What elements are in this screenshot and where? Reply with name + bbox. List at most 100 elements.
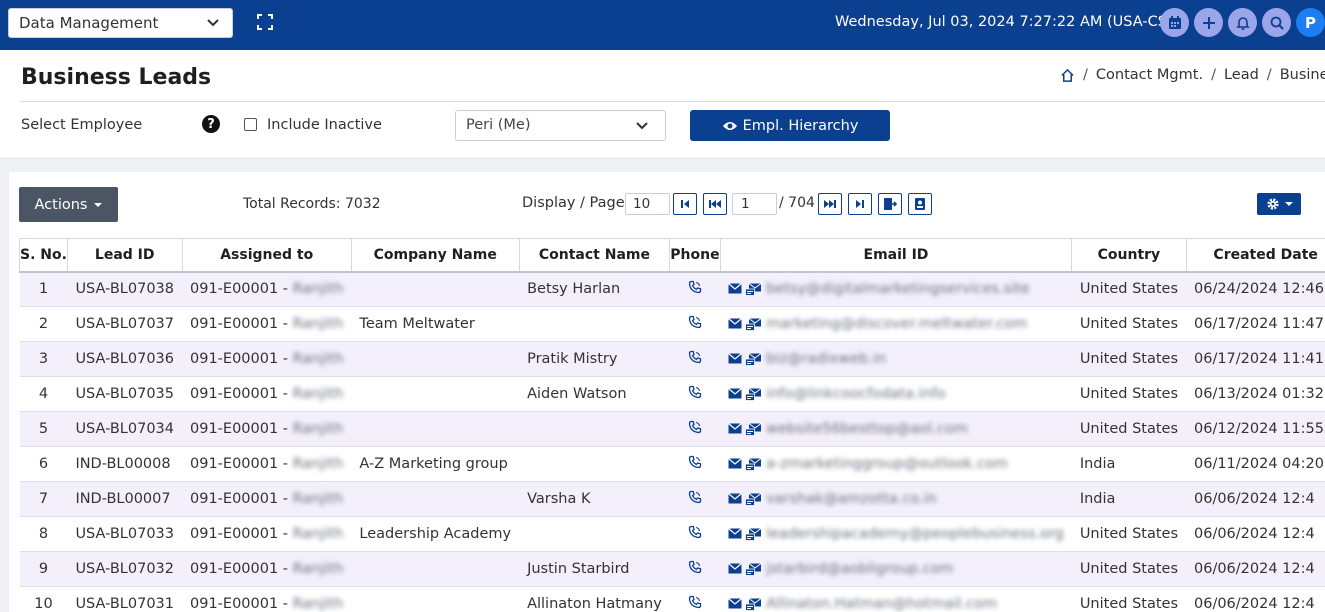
table-row[interactable]: 10 USA-BL07031 091-E00001 - Ranjith Allinat… xyxy=(19,586,1325,612)
mail-icon[interactable] xyxy=(728,422,742,434)
email-cell: Allinaton.Hatman@hotmail.com xyxy=(720,586,1072,612)
expand-icon[interactable] xyxy=(255,12,275,32)
assigned-to-cell: 091-E00001 - Ranjith xyxy=(182,516,352,552)
lead-id-cell[interactable]: USA-BL07038 xyxy=(67,271,182,307)
user-avatar[interactable]: P xyxy=(1296,8,1325,37)
lead-id-cell[interactable]: USA-BL07034 xyxy=(67,411,182,447)
mail-icon[interactable] xyxy=(728,597,742,609)
first-page-button[interactable] xyxy=(673,193,697,215)
compose-mail-icon[interactable] xyxy=(745,352,762,366)
assigned-to-cell: 091-E00001 - Ranjith xyxy=(182,341,352,377)
lead-id-cell[interactable]: USA-BL07032 xyxy=(67,551,182,587)
serial-number-cell: 6 xyxy=(19,446,68,482)
lead-id-cell[interactable]: IND-BL00007 xyxy=(67,481,182,517)
home-icon[interactable] xyxy=(1060,68,1075,83)
lead-id-cell[interactable]: IND-BL00008 xyxy=(67,446,182,482)
search-icon[interactable] xyxy=(1262,8,1291,37)
page-number-input[interactable]: 1 xyxy=(732,193,777,215)
previous-page-button[interactable] xyxy=(703,193,727,215)
contacts-book-button[interactable] xyxy=(908,193,932,215)
column-header[interactable]: Company Name xyxy=(350,238,520,273)
lead-id-cell[interactable]: USA-BL07033 xyxy=(67,516,182,552)
mail-icon[interactable] xyxy=(728,387,742,399)
contact-name-cell: Varsha K xyxy=(519,481,670,517)
compose-mail-icon[interactable] xyxy=(745,492,762,506)
breadcrumb-item-contact-mgmt[interactable]: Contact Mgmt. xyxy=(1096,67,1203,83)
column-header[interactable]: Lead ID xyxy=(66,238,183,273)
created-date-cell: 06/06/2024 12:4 xyxy=(1186,481,1325,517)
bell-icon[interactable] xyxy=(1228,8,1257,37)
contact-name-cell xyxy=(519,516,670,552)
include-inactive-label[interactable]: Include Inactive xyxy=(267,117,382,133)
plus-icon[interactable] xyxy=(1194,8,1223,37)
lead-id-cell[interactable]: USA-BL07035 xyxy=(67,376,182,412)
column-header[interactable]: Assigned to xyxy=(181,238,352,273)
column-header[interactable]: S. No. xyxy=(19,238,68,273)
column-header[interactable]: Country xyxy=(1071,238,1187,273)
mail-icon[interactable] xyxy=(728,317,742,329)
column-settings-button[interactable] xyxy=(1257,193,1301,215)
phone-icon[interactable] xyxy=(688,455,702,469)
mail-icon[interactable] xyxy=(728,562,742,574)
phone-icon[interactable] xyxy=(688,560,702,574)
table-row[interactable]: 5 USA-BL07034 091-E00001 - Ranjith website5… xyxy=(19,411,1325,447)
assigned-code: 091-E00001 - xyxy=(190,491,289,507)
mail-icon[interactable] xyxy=(728,282,742,294)
phone-icon[interactable] xyxy=(688,420,702,434)
calendar-icon[interactable] xyxy=(1160,8,1189,37)
employee-select-value: Peri (Me) xyxy=(466,117,531,133)
column-header[interactable]: Phone xyxy=(669,238,721,273)
table-row[interactable]: 3 USA-BL07036 091-E00001 - Ranjith Pratik M… xyxy=(19,341,1325,377)
export-button[interactable] xyxy=(878,193,902,215)
phone-icon[interactable] xyxy=(688,315,702,329)
compose-mail-icon[interactable] xyxy=(745,562,762,576)
table-row[interactable]: 6 IND-BL00008 091-E00001 - Ranjith A-Z Mark… xyxy=(19,446,1325,482)
mail-icon[interactable] xyxy=(728,457,742,469)
table-row[interactable]: 4 USA-BL07035 091-E00001 - Ranjith Aiden Wa… xyxy=(19,376,1325,412)
employee-select[interactable]: Peri (Me) xyxy=(455,110,666,141)
phone-icon[interactable] xyxy=(688,595,702,609)
lead-id-cell[interactable]: USA-BL07031 xyxy=(67,586,182,612)
phone-cell xyxy=(669,551,721,587)
table-row[interactable]: 2 USA-BL07037 091-E00001 - Ranjith Team Mel… xyxy=(19,306,1325,342)
column-header[interactable]: Email ID xyxy=(719,238,1073,273)
phone-icon[interactable] xyxy=(688,280,702,294)
total-records: Total Records: 7032 xyxy=(243,196,381,212)
serial-number-cell: 5 xyxy=(19,411,68,447)
phone-icon[interactable] xyxy=(688,350,702,364)
help-icon[interactable]: ? xyxy=(202,115,220,133)
employee-hierarchy-button[interactable]: Empl. Hierarchy xyxy=(690,110,890,141)
module-dropdown[interactable]: Data Management xyxy=(8,8,233,38)
mail-icon[interactable] xyxy=(728,492,742,504)
compose-mail-icon[interactable] xyxy=(745,282,762,296)
compose-mail-icon[interactable] xyxy=(745,387,762,401)
company-name-cell: Leadership Academy xyxy=(351,516,520,552)
page-size-input[interactable]: 10 xyxy=(625,193,670,215)
breadcrumb-separator: / xyxy=(1211,67,1216,83)
compose-mail-icon[interactable] xyxy=(745,317,762,331)
compose-mail-icon[interactable] xyxy=(745,597,762,611)
compose-mail-icon[interactable] xyxy=(745,422,762,436)
assigned-code: 091-E00001 - xyxy=(190,596,289,612)
phone-icon[interactable] xyxy=(688,385,702,399)
mail-icon[interactable] xyxy=(728,352,742,364)
phone-icon[interactable] xyxy=(688,525,702,539)
table-row[interactable]: 1 USA-BL07038 091-E00001 - Ranjith Betsy Ha… xyxy=(19,271,1325,307)
column-header[interactable]: Created Date xyxy=(1185,238,1325,273)
actions-button[interactable]: Actions xyxy=(19,187,118,222)
table-row[interactable]: 8 USA-BL07033 091-E00001 - Ranjith Leadersh… xyxy=(19,516,1325,552)
compose-mail-icon[interactable] xyxy=(745,527,762,541)
table-row[interactable]: 9 USA-BL07032 091-E00001 - Ranjith Justin S… xyxy=(19,551,1325,587)
breadcrumb-item-lead[interactable]: Lead xyxy=(1224,67,1259,83)
next-page-button[interactable] xyxy=(818,193,842,215)
lead-id-cell[interactable]: USA-BL07037 xyxy=(67,306,182,342)
compose-mail-icon[interactable] xyxy=(745,457,762,471)
include-inactive-checkbox[interactable] xyxy=(244,118,257,131)
phone-icon[interactable] xyxy=(688,490,702,504)
column-header[interactable]: Contact Name xyxy=(518,238,671,273)
lead-id-cell[interactable]: USA-BL07036 xyxy=(67,341,182,377)
last-page-button[interactable] xyxy=(848,193,872,215)
table-row[interactable]: 7 IND-BL00007 091-E00001 - Ranjith Varsha K… xyxy=(19,481,1325,517)
serial-number-cell: 4 xyxy=(19,376,68,412)
mail-icon[interactable] xyxy=(728,527,742,539)
